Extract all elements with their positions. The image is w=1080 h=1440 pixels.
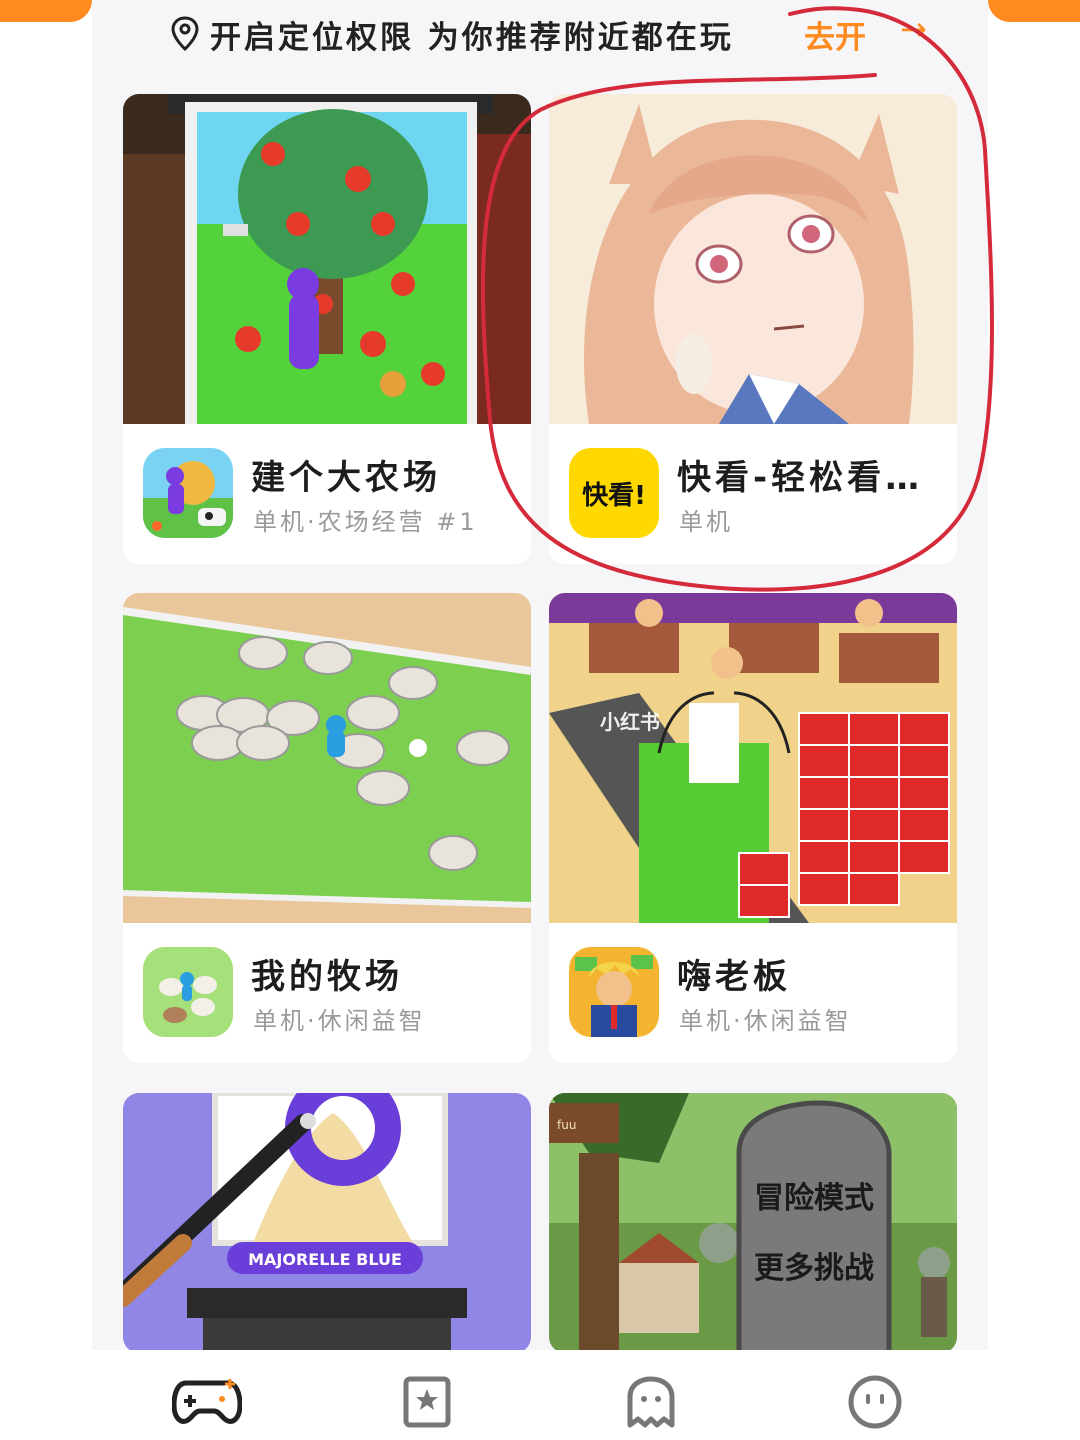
game-title: 嗨老板 <box>677 957 791 997</box>
painting-game-artwork: MAJORELLE BLUE <box>123 1093 531 1353</box>
ranch-game-icon <box>143 947 233 1037</box>
game-card-kuaikan[interactable]: 快看! 快看-轻松看… 单机 <box>549 94 957 564</box>
game-card-info: 建个大农场 单机·农场经营 #1 <box>123 424 531 564</box>
location-pin-icon <box>171 16 199 52</box>
game-card-info: 快看! 快看-轻松看… 单机 <box>549 424 957 564</box>
game-tags: 单机 <box>679 508 733 536</box>
kuaikan-artwork <box>549 94 957 424</box>
game-title: 建个大农场 <box>251 458 441 498</box>
more-challenges-sign: 更多挑战 <box>754 1251 874 1286</box>
ghost-icon <box>627 1376 675 1428</box>
nav-community[interactable] <box>616 1372 686 1432</box>
location-permission-banner[interactable]: 开启定位权限 为你推荐附近都在玩 去开 → <box>92 0 988 70</box>
game-feed: 开启定位权限 为你推荐附近都在玩 去开 → 建个大农场 单机·农场经营 #1 快… <box>92 0 988 1353</box>
game-title: 我的牧场 <box>251 957 403 997</box>
kuaikan-icon-text: 快看! <box>582 480 646 511</box>
watermark: 小红书 <box>600 710 660 734</box>
location-banner-text: 开启定位权限 为你推荐附近都在玩 <box>210 20 734 56</box>
farm-game-icon <box>143 448 233 538</box>
boss-game-icon <box>569 947 659 1037</box>
majorelle-blue-label: MAJORELLE BLUE <box>248 1250 402 1269</box>
enable-location-button[interactable]: 去开 <box>804 12 866 57</box>
game-card-painting[interactable]: MAJORELLE BLUE <box>123 1093 531 1353</box>
arrow-right-icon[interactable]: → <box>900 10 927 48</box>
bottom-navigation <box>92 1350 988 1440</box>
farm-game-artwork <box>123 94 531 424</box>
game-tags: 单机·休闲益智 <box>253 1007 426 1035</box>
game-card-info: 我的牧场 单机·休闲益智 <box>123 923 531 1063</box>
nav-profile[interactable] <box>840 1372 910 1432</box>
smiley-profile-icon <box>848 1375 902 1429</box>
game-card-boss[interactable]: 嗨老板 单机·休闲益智 <box>549 593 957 1063</box>
adventure-mode-sign: 冒险模式 <box>754 1181 874 1216</box>
orange-edge-left <box>0 0 92 22</box>
game-card-zombie[interactable]: fuu 冒险模式 更多挑战 <box>549 1093 957 1353</box>
nav-games[interactable] <box>172 1372 242 1432</box>
game-card-farm[interactable]: 建个大农场 单机·农场经营 #1 <box>123 94 531 564</box>
gamepad-icon <box>172 1379 242 1424</box>
star-bookmark-icon <box>403 1376 451 1428</box>
fuu-sign: fuu <box>557 1118 576 1132</box>
orange-edge-right <box>988 0 1080 22</box>
game-card-ranch[interactable]: 我的牧场 单机·休闲益智 <box>123 593 531 1063</box>
game-card-info: 嗨老板 单机·休闲益智 <box>549 923 957 1063</box>
game-title: 快看-轻松看… <box>677 458 924 498</box>
game-tags: 单机·休闲益智 <box>679 1007 852 1035</box>
zombie-game-artwork: fuu 冒险模式 更多挑战 <box>549 1093 957 1353</box>
game-tags: 单机·农场经营 #1 <box>253 508 478 536</box>
nav-favorites[interactable] <box>392 1372 462 1432</box>
kuaikan-icon: 快看! <box>569 448 659 538</box>
boss-game-artwork <box>549 593 957 923</box>
app-screen: 开启定位权限 为你推荐附近都在玩 去开 → 建个大农场 单机·农场经营 #1 快… <box>0 0 1080 1440</box>
ranch-game-artwork <box>123 593 531 923</box>
